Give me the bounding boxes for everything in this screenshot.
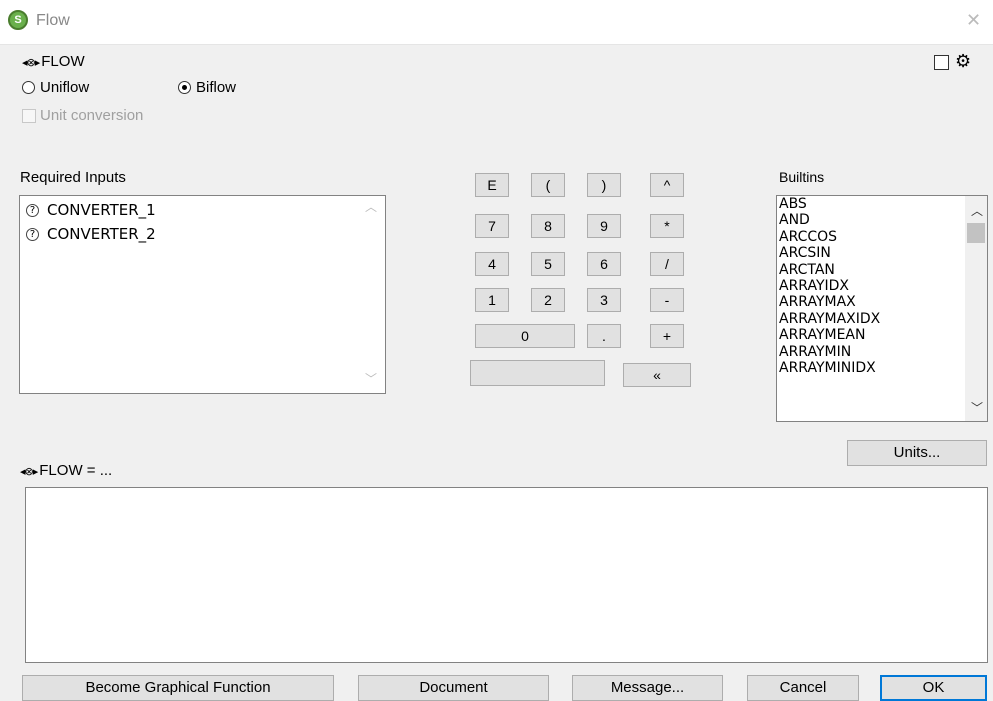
uniflow-label: Uniflow (40, 79, 90, 96)
key-3[interactable]: 3 (587, 288, 621, 312)
required-inputs-list[interactable]: ? CONVERTER_1 ? CONVERTER_2 ︿ ﹀ (19, 195, 386, 394)
key-dot[interactable]: . (587, 324, 621, 348)
list-item[interactable]: ARRAYMAXIDX (777, 311, 987, 327)
list-item[interactable]: ARCTAN (777, 262, 987, 278)
list-item[interactable]: ARRAYMIN (777, 344, 987, 360)
units-button[interactable]: Units... (847, 440, 987, 466)
scroll-up-icon[interactable]: ︿ (971, 202, 983, 219)
builtins-label: Builtins (779, 169, 825, 185)
list-item[interactable]: AND (777, 212, 987, 228)
list-item-label: CONVERTER_1 (47, 201, 156, 219)
key-7[interactable]: 7 (475, 214, 509, 238)
list-item-label: CONVERTER_2 (47, 225, 156, 243)
document-button[interactable]: Document (358, 675, 549, 701)
equation-label-text: FLOW = ... (39, 462, 113, 479)
list-item[interactable]: ARRAYMINIDX (777, 360, 987, 376)
key-5[interactable]: 5 (531, 252, 565, 276)
equation-label: ◂⊗▸ FLOW = ... (20, 462, 112, 479)
key-9[interactable]: 9 (587, 214, 621, 238)
uniflow-radio[interactable] (22, 81, 35, 94)
list-item[interactable]: ARRAYMAX (777, 294, 987, 310)
gear-icon[interactable]: ⚙ (955, 51, 971, 71)
list-item[interactable]: ARRAYMEAN (777, 327, 987, 343)
equation-input[interactable] (25, 487, 988, 663)
key-8[interactable]: 8 (531, 214, 565, 238)
list-item[interactable]: ARCSIN (777, 245, 987, 261)
entity-header: ◂⊗▸ FLOW (22, 53, 85, 70)
backspace-key[interactable]: « (623, 363, 691, 387)
ok-button[interactable]: OK (880, 675, 987, 701)
entity-name: FLOW (41, 53, 85, 70)
cancel-button[interactable]: Cancel (747, 675, 859, 701)
list-item[interactable]: ARCCOS (777, 229, 987, 245)
list-item[interactable]: ABS (777, 196, 987, 212)
close-icon[interactable]: ✕ (966, 10, 981, 31)
scroll-up-icon[interactable]: ︿ (365, 198, 377, 215)
builtins-list[interactable]: ABS AND ARCCOS ARCSIN ARCTAN ARRAYIDX AR… (776, 195, 988, 422)
blank-key[interactable] (470, 360, 605, 386)
key-6[interactable]: 6 (587, 252, 621, 276)
scroll-down-icon[interactable]: ﹀ (971, 399, 983, 416)
key-1[interactable]: 1 (475, 288, 509, 312)
key-plus[interactable]: + (650, 324, 684, 348)
flow-icon: ◂⊗▸ (22, 56, 40, 69)
list-item[interactable]: ? CONVERTER_2 (20, 222, 385, 246)
title-bar (0, 0, 993, 45)
key-2[interactable]: 2 (531, 288, 565, 312)
key-divide[interactable]: / (650, 252, 684, 276)
biflow-label: Biflow (196, 79, 237, 96)
window-title: Flow (36, 12, 70, 29)
unit-conversion-label: Unit conversion (40, 107, 144, 124)
biflow-radio[interactable] (178, 81, 191, 94)
key-caret[interactable]: ^ (650, 173, 684, 197)
key-open-paren[interactable]: ( (531, 173, 565, 197)
builtins-scrollbar[interactable]: ︿ ﹀ (965, 196, 987, 421)
list-item[interactable]: ? CONVERTER_1 (20, 198, 385, 222)
key-close-paren[interactable]: ) (587, 173, 621, 197)
message-button[interactable]: Message... (572, 675, 723, 701)
key-4[interactable]: 4 (475, 252, 509, 276)
list-item[interactable]: ARRAYIDX (777, 278, 987, 294)
required-inputs-label: Required Inputs (20, 169, 126, 186)
question-circle-icon: ? (26, 204, 39, 217)
key-minus[interactable]: - (650, 288, 684, 312)
unit-conversion-checkbox[interactable] (22, 109, 36, 123)
key-0[interactable]: 0 (475, 324, 575, 348)
top-right-checkbox[interactable] (934, 55, 949, 70)
scroll-down-icon[interactable]: ﹀ (365, 370, 377, 387)
question-circle-icon: ? (26, 228, 39, 241)
scrollbar-thumb[interactable] (967, 223, 985, 243)
app-logo-icon: S (8, 10, 28, 30)
flow-icon: ◂⊗▸ (20, 465, 38, 478)
key-multiply[interactable]: * (650, 214, 684, 238)
become-graphical-function-button[interactable]: Become Graphical Function (22, 675, 334, 701)
key-e[interactable]: E (475, 173, 509, 197)
